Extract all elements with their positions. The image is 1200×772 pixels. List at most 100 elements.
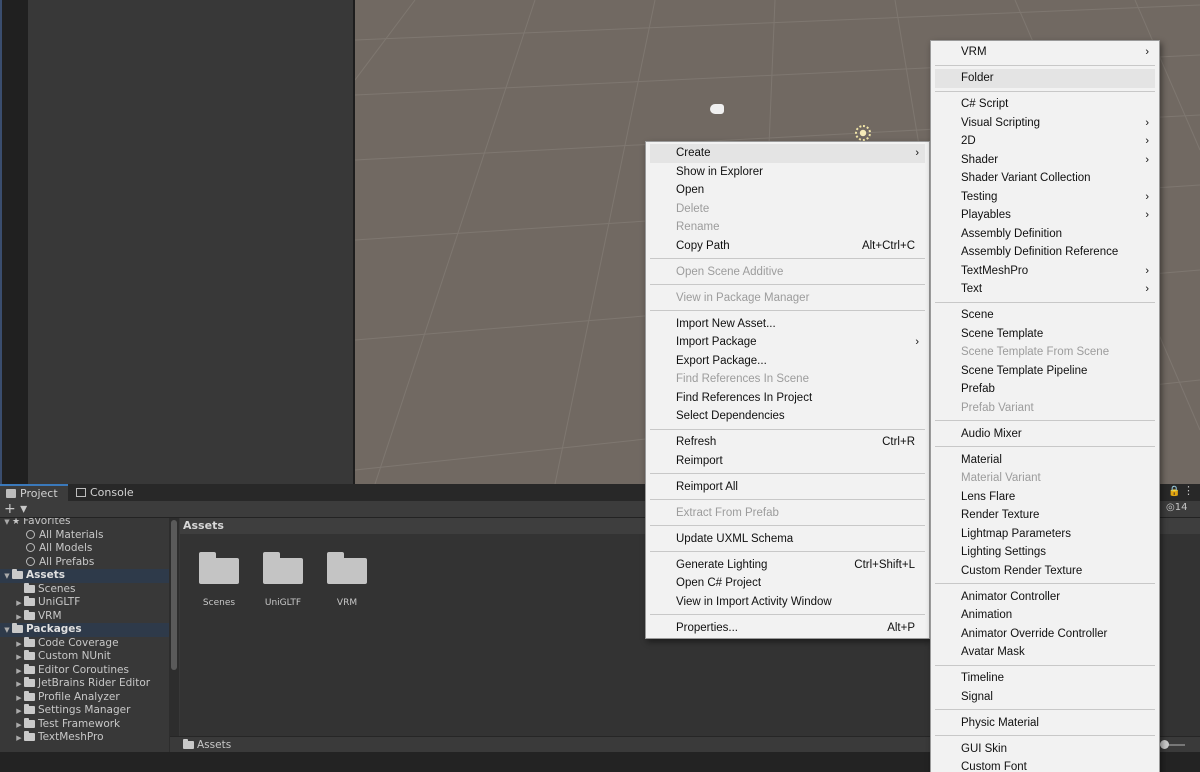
- tree-item-vrm[interactable]: ▶ VRM: [0, 609, 170, 625]
- menu-item-signal[interactable]: Signal: [935, 688, 1155, 707]
- expand-arrow-icon[interactable]: ▼: [2, 570, 12, 584]
- menu-item-physic-material[interactable]: Physic Material: [935, 714, 1155, 733]
- submenu-arrow-icon: ›: [915, 336, 919, 348]
- menu-item-avatar-mask[interactable]: Avatar Mask: [935, 643, 1155, 662]
- tree-item-test-framework[interactable]: ▶ Test Framework: [0, 717, 170, 733]
- menu-item-show-in-explorer[interactable]: Show in Explorer: [650, 163, 925, 182]
- menu-item-copy-path[interactable]: Copy Path Alt+Ctrl+C: [650, 237, 925, 256]
- menu-item-material[interactable]: Material: [935, 451, 1155, 470]
- menu-item-properties[interactable]: Properties... Alt+P: [650, 619, 925, 638]
- tree-item-editor-coroutines[interactable]: ▶ Editor Coroutines: [0, 663, 170, 679]
- menu-item-lens-flare[interactable]: Lens Flare: [935, 488, 1155, 507]
- asset-folder-unigltf[interactable]: UniGLTF: [251, 552, 315, 608]
- tree-item-scenes[interactable]: Scenes: [0, 582, 170, 597]
- hierarchy-panel[interactable]: [28, 0, 353, 484]
- menu-item-reimport[interactable]: Reimport: [650, 452, 925, 471]
- tree-item-textmeshpro[interactable]: ▶ TextMeshPro: [0, 731, 170, 745]
- menu-item-render-texture[interactable]: Render Texture: [935, 506, 1155, 525]
- menu-item-import-new-asset[interactable]: Import New Asset...: [650, 315, 925, 334]
- visibility-toggle[interactable]: ◎14: [1166, 502, 1187, 513]
- menu-item-shader-variant-collection[interactable]: Shader Variant Collection: [935, 169, 1155, 188]
- tree-item-favorites[interactable]: ▼ ★ Favorites: [0, 518, 170, 529]
- menu-item-scene[interactable]: Scene: [935, 306, 1155, 325]
- menu-item-testing[interactable]: Testing ›: [935, 188, 1155, 207]
- tree-item-jetbrains-rider-editor[interactable]: ▶ JetBrains Rider Editor: [0, 677, 170, 691]
- menu-item-folder[interactable]: Folder: [935, 69, 1155, 88]
- collapse-arrow-icon[interactable]: ▶: [14, 705, 24, 719]
- tree-item-all-models[interactable]: All Models: [0, 542, 170, 556]
- tree-item-unigltf[interactable]: ▶ UniGLTF: [0, 596, 170, 610]
- menu-item-timeline[interactable]: Timeline: [935, 669, 1155, 688]
- menu-item-view-in-import-activity-window[interactable]: View in Import Activity Window: [650, 593, 925, 612]
- menu-item-custom-render-texture[interactable]: Custom Render Texture: [935, 562, 1155, 581]
- tree-item-custom-nunit[interactable]: ▶ Custom NUnit: [0, 650, 170, 664]
- menu-item-gui-skin[interactable]: GUI Skin: [935, 740, 1155, 759]
- collapse-arrow-icon[interactable]: ▶: [14, 678, 24, 692]
- asset-folder-scenes[interactable]: Scenes: [187, 552, 251, 608]
- light-gizmo-icon[interactable]: [855, 125, 871, 141]
- menu-item-label: Prefab: [961, 383, 995, 395]
- tree-item-packages[interactable]: ▼ Packages: [0, 623, 170, 637]
- more-options-icon[interactable]: ⋮: [1183, 484, 1194, 497]
- collapse-arrow-icon[interactable]: ▶: [14, 611, 24, 625]
- menu-item-create[interactable]: Create ›: [650, 144, 925, 163]
- tree-item-assets[interactable]: ▼ Assets: [0, 569, 170, 583]
- menu-item-open[interactable]: Open: [650, 181, 925, 200]
- tree-item-code-coverage[interactable]: ▶ Code Coverage: [0, 636, 170, 652]
- collapse-arrow-icon[interactable]: ▶: [14, 692, 24, 706]
- menu-item-lighting-settings[interactable]: Lighting Settings: [935, 543, 1155, 562]
- menu-item-find-references-in-project[interactable]: Find References In Project: [650, 389, 925, 408]
- menu-item-import-package[interactable]: Import Package ›: [650, 333, 925, 352]
- folder-icon: [12, 623, 23, 633]
- menu-item-shader[interactable]: Shader ›: [935, 151, 1155, 170]
- menu-item-prefab[interactable]: Prefab: [935, 380, 1155, 399]
- menu-item-vrm[interactable]: VRM ›: [935, 43, 1155, 62]
- collapse-arrow-icon[interactable]: ▶: [14, 719, 24, 733]
- menu-item-label: Shader Variant Collection: [961, 172, 1091, 184]
- tree-scrollbar[interactable]: [169, 518, 179, 752]
- collapse-arrow-icon[interactable]: ▶: [14, 597, 24, 611]
- create-dropdown-button[interactable]: + ▾: [4, 501, 27, 517]
- menu-item-reimport-all[interactable]: Reimport All: [650, 478, 925, 497]
- menu-item-scene-template-pipeline[interactable]: Scene Template Pipeline: [935, 362, 1155, 381]
- zoom-slider-thumb[interactable]: [1160, 740, 1169, 749]
- menu-item-animator-controller[interactable]: Animator Controller: [935, 588, 1155, 607]
- menu-item-2d[interactable]: 2D ›: [935, 132, 1155, 151]
- collapse-arrow-icon[interactable]: ▶: [14, 638, 24, 652]
- project-folder-tree[interactable]: ▼ ★ Favorites All Materials All Models All Pr…: [0, 518, 170, 752]
- menu-item-assembly-definition-reference[interactable]: Assembly Definition Reference: [935, 243, 1155, 262]
- menu-item-open-c-project[interactable]: Open C# Project: [650, 574, 925, 593]
- scrollbar-thumb[interactable]: [171, 520, 177, 670]
- menu-item-scene-template[interactable]: Scene Template: [935, 325, 1155, 344]
- tab-project[interactable]: Project: [0, 484, 68, 501]
- lock-icon[interactable]: 🔒: [1168, 486, 1180, 497]
- tab-console[interactable]: Console: [70, 484, 140, 501]
- menu-item-lightmap-parameters[interactable]: Lightmap Parameters: [935, 525, 1155, 544]
- menu-item-export-package[interactable]: Export Package...: [650, 352, 925, 371]
- menu-item-visual-scripting[interactable]: Visual Scripting ›: [935, 114, 1155, 133]
- menu-item-custom-font[interactable]: Custom Font: [935, 758, 1155, 772]
- menu-item-animator-override-controller[interactable]: Animator Override Controller: [935, 625, 1155, 644]
- menu-item-select-dependencies[interactable]: Select Dependencies: [650, 407, 925, 426]
- menu-item-animation[interactable]: Animation: [935, 606, 1155, 625]
- path-assets-link[interactable]: Assets: [197, 739, 231, 751]
- menu-item-generate-lighting[interactable]: Generate Lighting Ctrl+Shift+L: [650, 556, 925, 575]
- menu-item-assembly-definition[interactable]: Assembly Definition: [935, 225, 1155, 244]
- menu-item-text[interactable]: Text ›: [935, 280, 1155, 299]
- menu-item-update-uxml-schema[interactable]: Update UXML Schema: [650, 530, 925, 549]
- tree-item-all-materials[interactable]: All Materials: [0, 529, 170, 543]
- menu-item-audio-mixer[interactable]: Audio Mixer: [935, 425, 1155, 444]
- expand-arrow-icon[interactable]: ▼: [2, 624, 12, 638]
- menu-item-refresh[interactable]: Refresh Ctrl+R: [650, 433, 925, 452]
- menu-item-c-script[interactable]: C# Script: [935, 95, 1155, 114]
- camera-gizmo-icon[interactable]: [710, 104, 724, 114]
- asset-folder-vrm[interactable]: VRM: [315, 552, 379, 608]
- tree-item-profile-analyzer[interactable]: ▶ Profile Analyzer: [0, 690, 170, 706]
- collapse-arrow-icon[interactable]: ▶: [14, 732, 24, 746]
- menu-item-playables[interactable]: Playables ›: [935, 206, 1155, 225]
- collapse-arrow-icon[interactable]: ▶: [14, 651, 24, 665]
- tree-item-settings-manager[interactable]: ▶ Settings Manager: [0, 704, 170, 718]
- menu-item-textmeshpro[interactable]: TextMeshPro ›: [935, 262, 1155, 281]
- collapse-arrow-icon[interactable]: ▶: [14, 665, 24, 679]
- tree-item-all-prefabs[interactable]: All Prefabs: [0, 556, 170, 570]
